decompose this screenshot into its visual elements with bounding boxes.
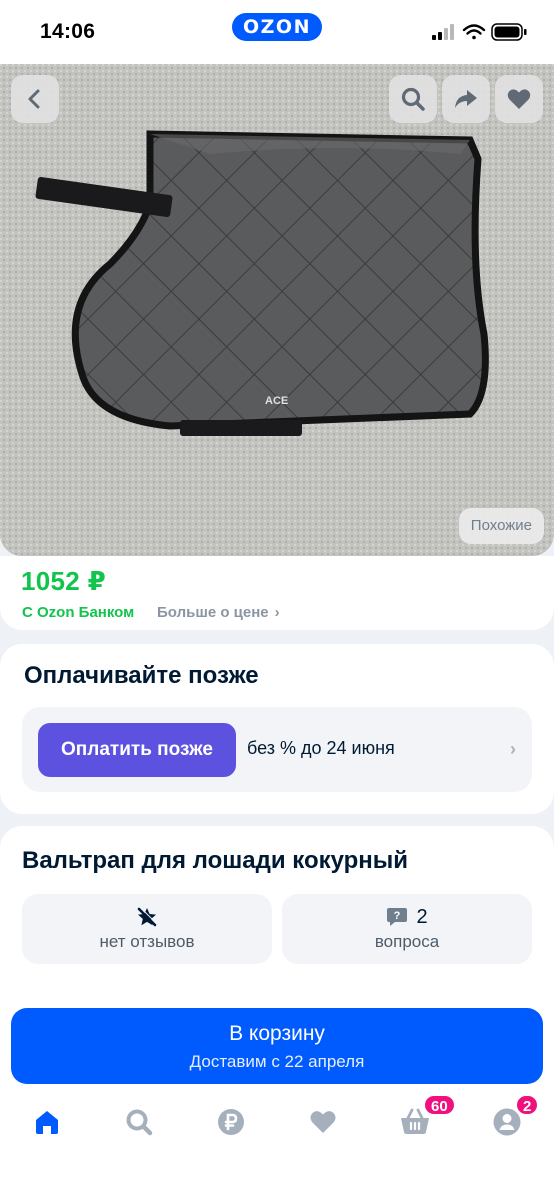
question-icon: ? [387, 908, 408, 926]
price-value: 1052 ₽ [21, 566, 106, 596]
heart-icon [507, 89, 531, 109]
more-about-price-link[interactable]: Больше о цене › [157, 604, 280, 621]
search-button[interactable] [389, 75, 437, 123]
questions-block[interactable]: ? 2 вопроса [282, 894, 532, 964]
ozon-logo[interactable]: OZON [232, 13, 322, 41]
reviews-block[interactable]: нет отзывов [22, 894, 272, 964]
ozon-bank-label[interactable]: С Ozon Банком [22, 604, 134, 621]
tab-home[interactable] [30, 1105, 64, 1139]
tab-payments[interactable] [214, 1105, 248, 1139]
more-about-price-label: Больше о цене [157, 604, 269, 621]
questions-label: вопроса [374, 932, 440, 951]
questions-count: 2 [416, 905, 428, 928]
search-icon [126, 1109, 153, 1136]
product-gallery[interactable]: ACE Похожие [0, 64, 554, 556]
status-time: 14:06 [40, 20, 96, 43]
search-icon [401, 87, 425, 111]
system-status-icons [432, 22, 532, 42]
add-to-cart-label: В корзину [229, 1022, 325, 1045]
share-icon [455, 90, 477, 108]
back-button[interactable] [11, 75, 59, 123]
product-logo: ACE [265, 395, 288, 407]
signal-icon [432, 24, 454, 40]
pay-later-button[interactable]: Оплатить позже [38, 723, 236, 777]
heart-icon [310, 1111, 336, 1133]
svg-text:?: ? [394, 910, 401, 922]
reviews-label: нет отзывов [99, 932, 195, 951]
add-to-cart-button[interactable]: В корзину Доставим с 22 апреля [11, 1008, 543, 1084]
favorite-button[interactable] [495, 75, 543, 123]
chevron-right-icon: › [510, 739, 516, 759]
share-button[interactable] [442, 75, 490, 123]
wifi-icon [462, 24, 486, 40]
product-photo: ACE [0, 64, 554, 556]
pay-later-title: Оплачивайте позже [24, 662, 259, 689]
cart-count-badge: 60 [423, 1094, 456, 1116]
home-icon [36, 1111, 58, 1134]
delivery-date: Доставим с 22 апреля [189, 1052, 365, 1071]
product-title: Вальтрап для лошади кокурный [22, 847, 409, 874]
tab-favorites[interactable] [306, 1105, 340, 1139]
pay-later-card: Оплачивайте позже Оплатить позже без % д… [0, 644, 554, 814]
battery-icon [491, 23, 527, 41]
similar-button[interactable]: Похожие [458, 508, 544, 544]
pay-later-row[interactable]: Оплатить позже без % до 24 июня › [22, 707, 532, 792]
profile-notification-badge: 2 [515, 1094, 540, 1116]
product-info-card: Вальтрап для лошади кокурный нет отзывов… [0, 826, 554, 990]
bottom-tab-bar: 60 2 [0, 1094, 554, 1146]
ruble-icon [218, 1109, 244, 1135]
bottom-panel: В корзину Доставим с 22 апреля [0, 990, 554, 1200]
chevron-right-icon: › [274, 604, 280, 621]
price-card: 1052 ₽ С Ozon Банком Больше о цене › [0, 556, 554, 630]
tab-catalog[interactable] [122, 1105, 156, 1139]
no-star-icon [137, 907, 157, 927]
pay-later-terms: без % до 24 июня [247, 738, 395, 758]
status-bar: 14:06 OZON [0, 0, 554, 64]
back-icon [28, 89, 40, 109]
